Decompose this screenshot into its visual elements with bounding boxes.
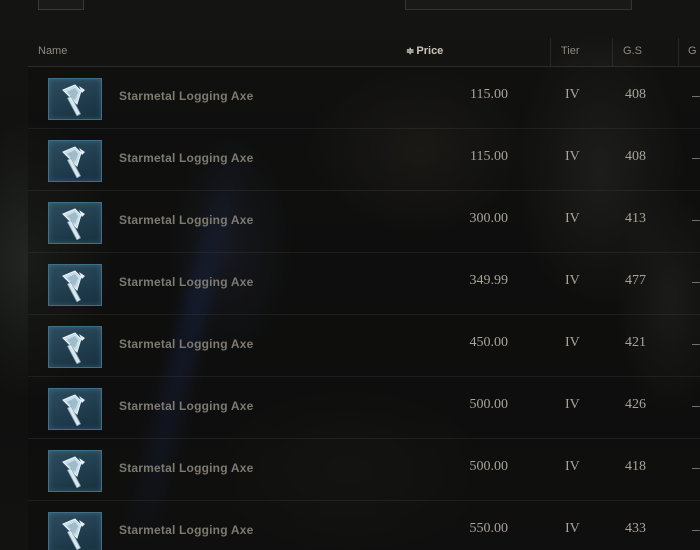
- table-row[interactable]: Starmetal Logging Axe 300.00 IV 413 –: [28, 191, 700, 253]
- item-price: 115.00: [470, 87, 508, 102]
- table-row[interactable]: Starmetal Logging Axe 500.00 IV 418 –: [28, 439, 700, 501]
- item-price: 300.00: [469, 211, 509, 226]
- item-extra: –: [692, 273, 700, 289]
- top-bar: [0, 0, 700, 12]
- item-price: 500.00: [469, 459, 509, 474]
- column-divider: [550, 38, 551, 66]
- top-bar-button[interactable]: [38, 0, 84, 10]
- item-price: 500.00: [469, 397, 509, 412]
- column-header-price-label: Price: [416, 45, 444, 57]
- search-input[interactable]: [405, 0, 632, 10]
- item-extra: –: [692, 459, 700, 475]
- item-extra: –: [692, 397, 700, 413]
- axe-icon: [62, 518, 85, 550]
- table-row[interactable]: Starmetal Logging Axe 500.00 IV 426 –: [28, 377, 700, 439]
- item-gear-score: 477: [625, 273, 646, 288]
- table-row[interactable]: Starmetal Logging Axe 115.00 IV 408 –: [28, 67, 700, 129]
- item-tier: IV: [565, 273, 580, 288]
- item-price: 349.99: [469, 273, 509, 288]
- item-extra: –: [692, 211, 700, 227]
- item-tier: IV: [565, 459, 580, 474]
- item-gear-score: 426: [625, 397, 646, 412]
- table-body: Starmetal Logging Axe 115.00 IV 408 – St…: [28, 67, 700, 550]
- item-name: Starmetal Logging Axe: [119, 151, 254, 165]
- column-header-extra[interactable]: G: [688, 45, 697, 57]
- item-tier: IV: [565, 397, 580, 412]
- item-gear-score: 408: [625, 87, 646, 102]
- item-icon-frame: [48, 326, 102, 368]
- item-name: Starmetal Logging Axe: [119, 523, 254, 537]
- item-gear-score: 418: [625, 459, 646, 474]
- item-tier: IV: [565, 149, 580, 164]
- item-price: 115.00: [470, 149, 508, 164]
- item-name: Starmetal Logging Axe: [119, 89, 254, 103]
- column-divider: [678, 38, 679, 66]
- item-name: Starmetal Logging Axe: [119, 337, 254, 351]
- axe-icon: [62, 456, 85, 488]
- item-gear-score: 421: [625, 335, 646, 350]
- table-header: Name ≑ Price Tier G.S G: [28, 38, 700, 67]
- item-icon-frame: [48, 202, 102, 244]
- item-name: Starmetal Logging Axe: [119, 275, 254, 289]
- item-name: Starmetal Logging Axe: [119, 213, 254, 227]
- column-header-name[interactable]: Name: [38, 45, 67, 57]
- item-name: Starmetal Logging Axe: [119, 461, 254, 475]
- item-icon-frame: [48, 264, 102, 306]
- item-extra: –: [692, 335, 700, 351]
- axe-icon: [62, 332, 85, 364]
- item-price: 550.00: [469, 521, 509, 536]
- item-gear-score: 413: [625, 211, 646, 226]
- axe-icon: [62, 270, 85, 302]
- item-tier: IV: [565, 521, 580, 536]
- column-header-price[interactable]: ≑ Price: [406, 45, 443, 57]
- item-gear-score: 408: [625, 149, 646, 164]
- axe-icon: [62, 394, 85, 426]
- item-icon-frame: [48, 450, 102, 492]
- item-tier: IV: [565, 335, 580, 350]
- item-icon-frame: [48, 388, 102, 430]
- item-price: 450.00: [469, 335, 509, 350]
- item-extra: –: [692, 87, 700, 103]
- sort-ascending-icon: ≑: [406, 46, 415, 57]
- table-row[interactable]: Starmetal Logging Axe 450.00 IV 421 –: [28, 315, 700, 377]
- table-row[interactable]: Starmetal Logging Axe 349.99 IV 477 –: [28, 253, 700, 315]
- item-icon-frame: [48, 140, 102, 182]
- table-row[interactable]: Starmetal Logging Axe 115.00 IV 408 –: [28, 129, 700, 191]
- axe-icon: [62, 208, 85, 240]
- item-icon-frame: [48, 78, 102, 120]
- item-extra: –: [692, 521, 700, 537]
- column-header-gear-score[interactable]: G.S: [623, 45, 642, 57]
- axe-icon: [62, 146, 85, 178]
- item-name: Starmetal Logging Axe: [119, 399, 254, 413]
- item-icon-frame: [48, 512, 102, 550]
- axe-icon: [62, 84, 85, 116]
- item-gear-score: 433: [625, 521, 646, 536]
- column-header-tier[interactable]: Tier: [561, 45, 580, 57]
- item-extra: –: [692, 149, 700, 165]
- item-tier: IV: [565, 87, 580, 102]
- column-divider: [612, 38, 613, 66]
- trading-post-table: Name ≑ Price Tier G.S G Starmetal Logging…: [28, 38, 700, 550]
- item-tier: IV: [565, 211, 580, 226]
- table-row[interactable]: Starmetal Logging Axe 550.00 IV 433 –: [28, 501, 700, 550]
